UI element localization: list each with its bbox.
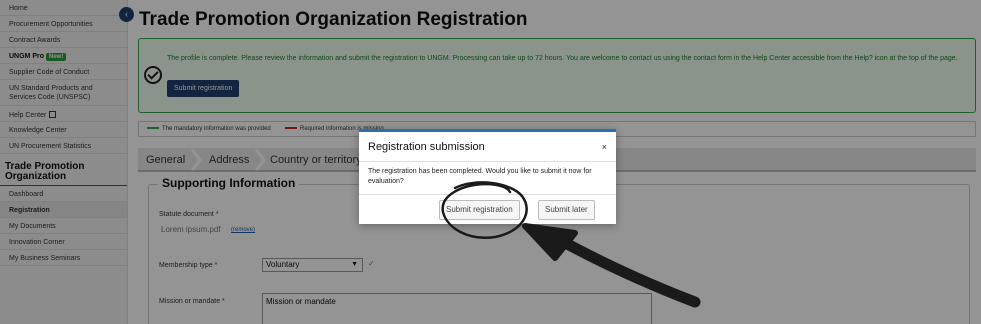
divider [359, 194, 616, 195]
divider [359, 161, 616, 162]
modal-submit-registration-button[interactable]: Submit registration [439, 200, 520, 220]
registration-submission-modal: Registration submission × The registrati… [359, 129, 616, 224]
modal-title: Registration submission [368, 141, 485, 153]
modal-message: The registration has been completed. Wou… [368, 168, 592, 185]
submit-later-button[interactable]: Submit later [538, 200, 595, 220]
close-icon[interactable]: × [602, 142, 607, 152]
